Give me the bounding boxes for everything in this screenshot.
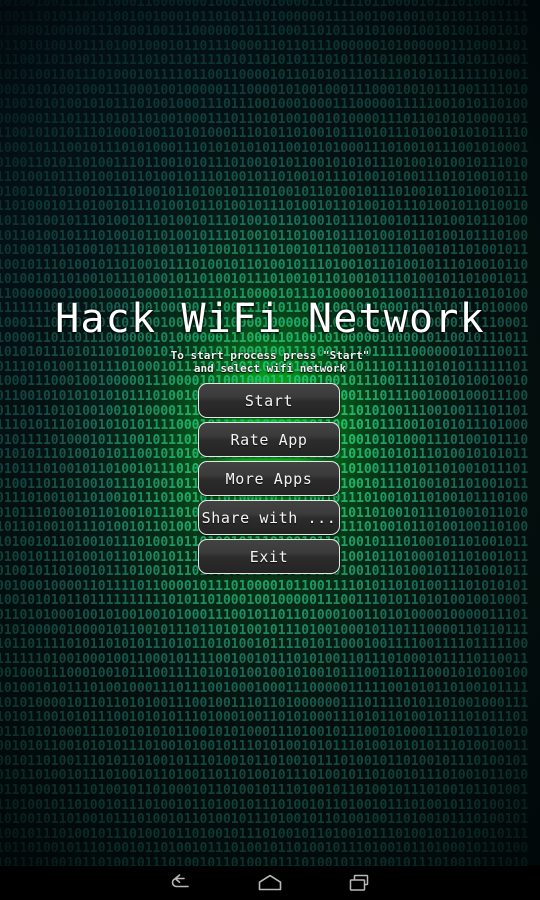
nav-recent-apps-button[interactable] (315, 866, 405, 900)
more-apps-button[interactable]: More Apps (198, 461, 340, 496)
exit-button[interactable]: Exit (198, 539, 340, 574)
menu-button-stack: Start Rate App More Apps Share with ... … (198, 383, 340, 578)
home-icon (257, 873, 283, 893)
share-with-button[interactable]: Share with ... (198, 500, 340, 535)
back-arrow-icon (168, 873, 192, 893)
android-navigation-bar (0, 866, 540, 900)
instructions-text: To start process press "Start" and selec… (0, 349, 540, 375)
start-button[interactable]: Start (198, 383, 340, 418)
main-content: Hack WiFi Network To start process press… (0, 0, 540, 866)
recent-apps-icon (348, 873, 372, 893)
nav-home-button[interactable] (225, 866, 315, 900)
nav-back-button[interactable] (135, 866, 225, 900)
rate-app-button[interactable]: Rate App (198, 422, 340, 457)
page-title: Hack WiFi Network (0, 297, 540, 341)
app-screen: 1010010011111010001100000001000100010000… (0, 0, 540, 900)
